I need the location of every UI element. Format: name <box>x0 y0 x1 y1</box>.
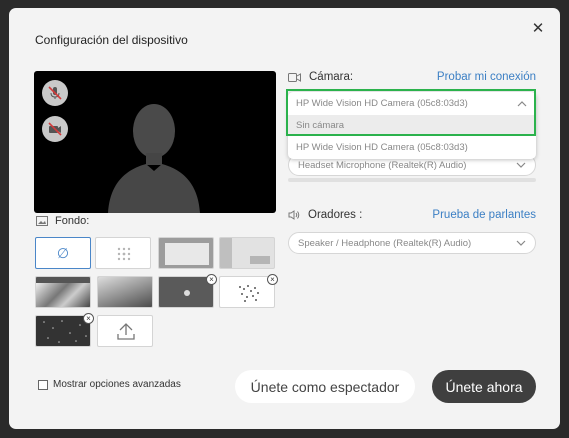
advanced-checkbox[interactable] <box>38 379 48 390</box>
user-silhouette <box>108 104 200 213</box>
upload-icon <box>117 323 135 340</box>
camera-dropdown[interactable]: HP Wide Vision HD Camera (05c8:03d3) Sin… <box>288 92 536 159</box>
advanced-label: Mostrar opciones avanzadas <box>53 379 181 390</box>
mic-level-meter <box>288 178 536 182</box>
remove-background-icon[interactable]: × <box>206 274 217 285</box>
device-settings-dialog: Configuración del dispositivo ✕ Fondo: ∅… <box>9 8 560 429</box>
test-connection-link[interactable]: Probar mi conexión <box>437 71 536 83</box>
background-label: Fondo: <box>36 215 89 227</box>
join-as-viewer-button[interactable]: Únete como espectador <box>235 370 415 403</box>
speakers-selected: Speaker / Headphone (Realtek(R) Audio) <box>298 237 472 249</box>
background-road-tile[interactable] <box>97 276 153 308</box>
speakers-label: Oradores : <box>288 209 362 221</box>
join-now-button[interactable]: Únete ahora <box>432 370 536 403</box>
camera-selected: HP Wide Vision HD Camera (05c8:03d3) <box>296 98 468 109</box>
speaker-icon <box>288 210 300 220</box>
chevron-up-icon <box>517 101 527 107</box>
camera-select[interactable]: HP Wide Vision HD Camera (05c8:03d3) <box>288 92 536 115</box>
blur-icon <box>117 247 131 261</box>
none-icon: ∅ <box>56 244 70 261</box>
camera-label: Cámara: <box>288 71 353 83</box>
image-icon <box>36 216 48 226</box>
test-speakers-link[interactable]: Prueba de parlantes <box>432 209 536 221</box>
background-label-text: Fondo: <box>55 215 90 227</box>
camera-off-icon[interactable] <box>42 116 68 142</box>
background-blur-tile[interactable] <box>95 237 151 269</box>
background-none-tile[interactable]: ∅ <box>35 237 91 269</box>
camera-option[interactable]: HP Wide Vision HD Camera (05c8:03d3) <box>288 135 536 159</box>
speakers-select[interactable]: Speaker / Headphone (Realtek(R) Audio) <box>288 232 536 254</box>
background-office-tile[interactable] <box>219 237 275 269</box>
camera-option[interactable]: Sin cámara <box>288 115 536 135</box>
upload-background-tile[interactable] <box>97 315 153 347</box>
mic-muted-icon[interactable] <box>42 80 68 106</box>
dialog-title: Configuración del dispositivo <box>35 33 188 47</box>
remove-background-icon[interactable]: × <box>83 313 94 324</box>
advanced-options[interactable]: Mostrar opciones avanzadas <box>38 379 181 390</box>
close-icon[interactable]: ✕ <box>530 21 546 37</box>
background-room-tile[interactable] <box>158 237 214 269</box>
background-city-tile[interactable] <box>35 276 91 308</box>
speakers-label-text: Oradores : <box>308 209 363 221</box>
microphone-selected: Headset Microphone (Realtek(R) Audio) <box>298 159 467 171</box>
chevron-down-icon <box>516 240 526 246</box>
remove-background-icon[interactable]: × <box>267 274 278 285</box>
camera-label-text: Cámara: <box>309 71 354 83</box>
chevron-down-icon <box>516 162 526 168</box>
camera-icon <box>288 72 301 82</box>
video-preview <box>34 71 276 213</box>
